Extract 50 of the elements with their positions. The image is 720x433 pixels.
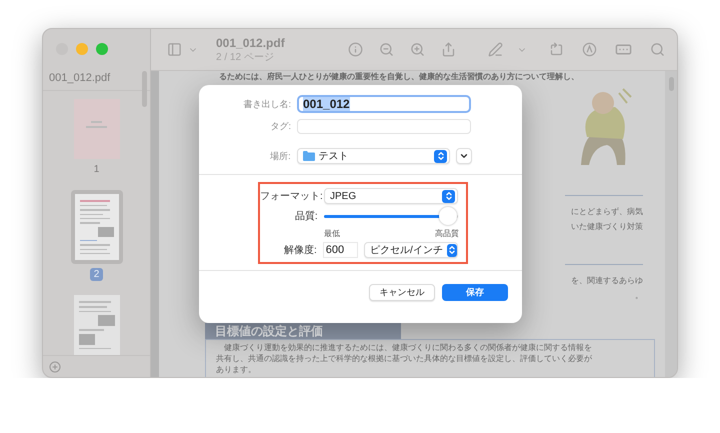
document-title: 001_012.pdf bbox=[216, 36, 285, 50]
document-text: るためには、府民一人ひとりが健康の重要性を自覚し、健康的な生活習慣のあり方について理解し、 bbox=[219, 71, 580, 83]
field-label: タグ: bbox=[269, 120, 291, 133]
paragraph-line: 共有し、共通の認識を持った上で科学的な根拠に基づいた具体的な目標値を設定し、評価していく必要が bbox=[216, 354, 593, 364]
search-icon[interactable] bbox=[650, 42, 665, 57]
stepper-icon bbox=[434, 150, 448, 162]
tags-field[interactable] bbox=[297, 119, 471, 134]
window-control-button[interactable] bbox=[96, 43, 108, 55]
stepper-icon bbox=[442, 190, 455, 202]
chevron-icon bbox=[459, 151, 470, 161]
field-label: 品質: bbox=[294, 210, 318, 223]
rotate-icon[interactable] bbox=[549, 42, 564, 57]
zoom-in-icon[interactable] bbox=[410, 42, 425, 57]
page-number: 1 bbox=[92, 163, 100, 176]
stepper-icon bbox=[446, 244, 457, 256]
document-text: を、関連するあらゆ bbox=[571, 275, 643, 287]
unit-popup[interactable]: ピクセル/インチ bbox=[364, 242, 458, 258]
sidebar-icon[interactable] bbox=[167, 42, 182, 57]
paragraph-line: 健康づくり運動を効果的に推進するためには、健康づくりに関わる多くの関係者が健康に関する情報を bbox=[223, 343, 593, 353]
document-text: いた健康づくり対策 bbox=[571, 221, 643, 233]
markup-icon[interactable] bbox=[582, 42, 597, 57]
folder-icon bbox=[302, 151, 315, 161]
cancel-button[interactable]: キャンセル bbox=[369, 284, 435, 301]
share-icon[interactable] bbox=[441, 42, 456, 57]
page-number: 2 bbox=[90, 268, 104, 282]
slider-thumb[interactable] bbox=[439, 207, 458, 225]
field-label: 場所: bbox=[269, 150, 291, 162]
save-button[interactable]: 保存 bbox=[442, 284, 508, 301]
info-icon[interactable] bbox=[348, 42, 363, 57]
format-popup[interactable]: JPEG bbox=[324, 188, 458, 204]
location-popup[interactable]: テスト bbox=[296, 148, 450, 164]
resolution-field[interactable]: 600 bbox=[322, 242, 358, 258]
quality-slider[interactable] bbox=[324, 207, 458, 225]
page-thumbnail[interactable] bbox=[74, 295, 120, 356]
zoom-out-icon[interactable] bbox=[379, 42, 394, 57]
page-thumbnail[interactable] bbox=[70, 190, 122, 264]
pen-icon[interactable] bbox=[488, 42, 503, 57]
page-thumbnail[interactable] bbox=[74, 99, 120, 160]
document-text: 。 bbox=[635, 290, 643, 302]
document-text: にとどまらず、病気 bbox=[571, 206, 643, 218]
field-label: 書き出し名: bbox=[242, 98, 291, 110]
window-control-button[interactable] bbox=[76, 43, 88, 55]
field-label: 解像度: bbox=[282, 244, 317, 257]
expand-button[interactable] bbox=[456, 148, 472, 164]
section-heading: 目標値の設定と評価 bbox=[205, 323, 401, 339]
paragraph-line: あります。 bbox=[216, 365, 257, 375]
name-field[interactable]: 001_012 bbox=[297, 95, 471, 113]
slider-max-label: 高品質 bbox=[435, 228, 459, 239]
add-icon[interactable] bbox=[49, 360, 61, 373]
slider-min-label: 最低 bbox=[324, 228, 340, 239]
